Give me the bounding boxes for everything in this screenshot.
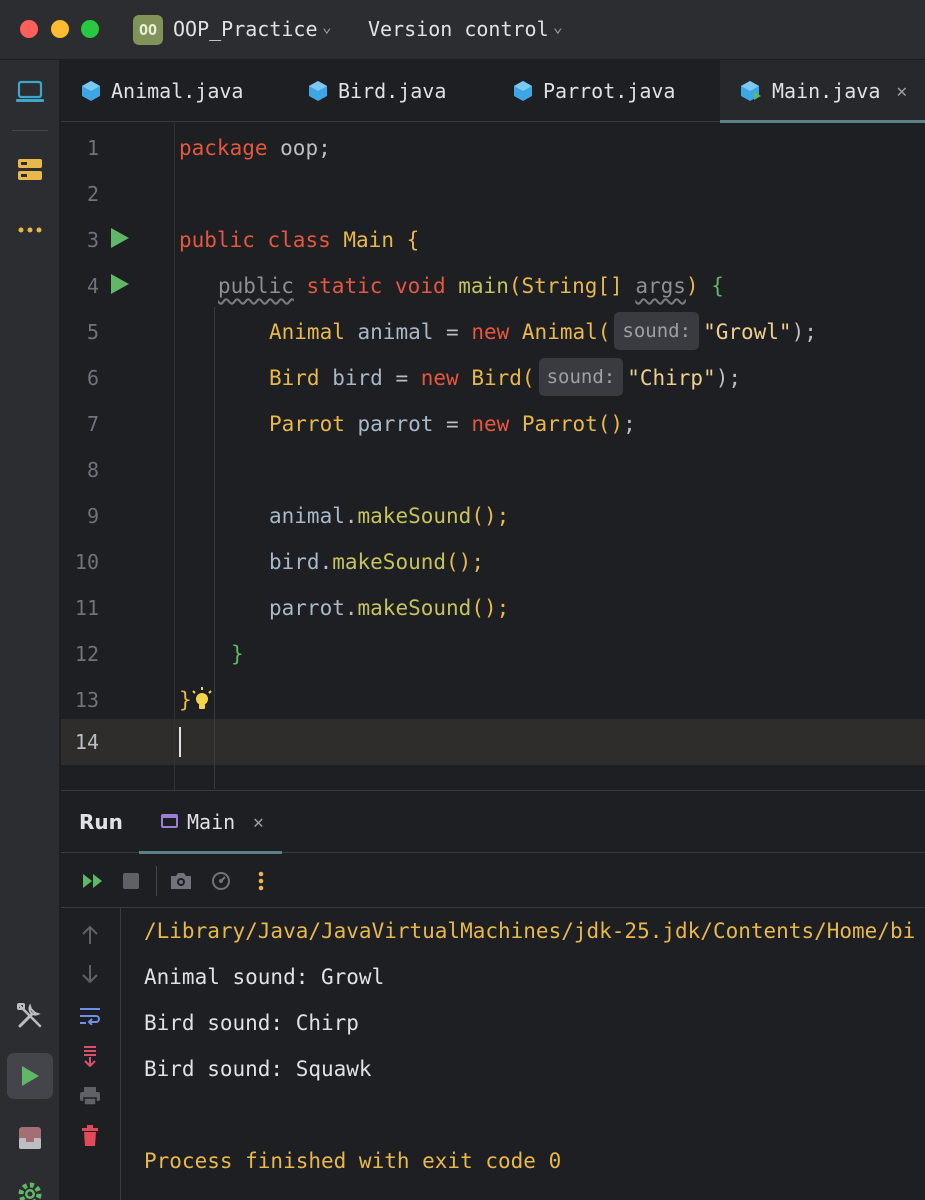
code-line: parrot.makeSound(); [269,596,510,620]
tab-animal-java[interactable]: Animal.java [81,60,243,122]
line-number: 13 [74,688,99,712]
line-number: 10 [74,550,99,574]
project-view-icon[interactable] [12,74,48,110]
chevron-down-icon[interactable]: ⌄ [322,17,332,36]
terminal-icon[interactable] [12,1120,48,1156]
scroll-to-end-icon[interactable] [76,1042,104,1070]
console-line: /Library/Java/JavaVirtualMachines/jdk-25… [144,919,916,943]
tab-bird-java[interactable]: Bird.java [308,60,446,122]
code-line: animal.makeSound(); [269,504,510,528]
code-line: } [179,688,192,712]
line-number: 3 [86,228,99,252]
stop-icon[interactable] [117,867,145,895]
build-tools-icon[interactable] [12,998,48,1034]
rerun-icon[interactable] [79,867,107,895]
chevron-down-icon[interactable]: ⌄ [553,17,563,36]
line-number: 12 [74,642,99,666]
line-number: 6 [86,366,99,390]
project-badge[interactable]: OO [133,15,163,45]
text-caret [179,727,181,757]
line-number: 4 [86,274,99,298]
tab-label: Parrot.java [543,79,676,103]
lightbulb-icon[interactable] [191,687,213,715]
tab-label: Bird.java [338,79,447,103]
console-line: Bird sound: Chirp [144,1011,359,1035]
parameter-hint: sound: [614,312,700,350]
gutter-separator [174,123,175,790]
close-icon[interactable]: ✕ [896,81,907,102]
run-tool-window: Run Main ✕ /Library/Java/JavaVirtualMach… [61,790,925,1200]
toolbar-separator [156,866,157,896]
more-icon[interactable] [247,867,275,895]
java-class-icon [741,81,761,101]
code-line: bird.makeSound(); [269,550,484,574]
structure-icon[interactable] [12,152,48,188]
scroll-down-icon[interactable] [76,960,104,988]
code-line: Animal animal = new Animal(sound: "Growl"… [269,309,817,355]
code-line: package oop; [179,136,331,160]
print-icon[interactable] [76,1082,104,1110]
code-line: } [231,642,244,666]
console-window-icon [161,814,178,828]
run-window-title: Run [79,810,123,834]
tab-parrot-java[interactable]: Parrot.java [513,60,675,122]
run-icon[interactable] [7,1053,53,1099]
soft-wrap-icon[interactable] [76,1002,104,1030]
console-line: Bird sound: Squawk [144,1057,372,1081]
left-tool-strip [0,60,60,1200]
line-number: 1 [86,136,99,160]
more-tools-icon[interactable] [12,212,48,248]
zoom-window-button[interactable] [81,20,99,38]
tab-main-java[interactable]: Main.java ✕ [720,60,925,123]
console-line: Animal sound: Growl [144,965,385,989]
line-number: 2 [86,182,99,206]
editor-tab-bar: Animal.java Bird.java Parrot.java Main.j… [61,60,925,123]
line-number: 7 [86,412,99,436]
run-class-gutter-icon[interactable] [111,228,129,248]
current-line-highlight [61,719,925,765]
clear-icon[interactable] [76,1122,104,1150]
console-side-toolbar [61,908,121,1200]
screenshot-icon[interactable] [167,867,195,895]
close-window-button[interactable] [20,20,38,38]
run-main-gutter-icon[interactable] [111,274,129,294]
project-selector[interactable]: OOP_Practice [173,17,318,41]
settings-icon[interactable] [12,1176,48,1200]
strip-divider [12,130,48,131]
run-tab-label: Main [187,810,236,834]
scroll-up-icon[interactable] [76,921,104,949]
profiler-icon[interactable] [207,867,235,895]
line-number: 14 [74,730,99,754]
minimize-window-button[interactable] [51,20,69,38]
indent-guide [214,307,215,789]
code-line: public static void main(String[] args) { [218,274,724,298]
java-class-icon [514,81,532,101]
line-number: 8 [86,458,99,482]
console-line: Process finished with exit code 0 [144,1149,562,1173]
line-number: 11 [74,596,99,620]
java-class-icon [309,81,327,101]
close-icon[interactable]: ✕ [253,812,264,833]
run-tab-main[interactable]: Main ✕ [139,791,282,854]
tab-label: Main.java [772,79,881,103]
version-control-menu[interactable]: Version control [368,17,549,41]
java-class-icon [82,81,100,101]
code-line: Parrot parrot = new Parrot(); [269,412,636,436]
code-line: public class Main { [179,228,420,252]
line-number: 5 [86,320,99,344]
parameter-hint: sound: [538,358,624,396]
code-editor[interactable]: 1 2 3 4 5 6 7 8 9 10 11 12 13 14 package… [61,123,925,790]
title-bar: OO OOP_Practice ⌄ Version control ⌄ [0,0,925,60]
console-output[interactable]: /Library/Java/JavaVirtualMachines/jdk-25… [144,908,925,1200]
run-header: Run Main ✕ [61,791,925,854]
tab-label: Animal.java [111,79,244,103]
line-number: 9 [86,504,99,528]
run-toolbar [61,854,925,908]
code-line: Bird bird = new Bird(sound: "Chirp"); [269,355,741,401]
